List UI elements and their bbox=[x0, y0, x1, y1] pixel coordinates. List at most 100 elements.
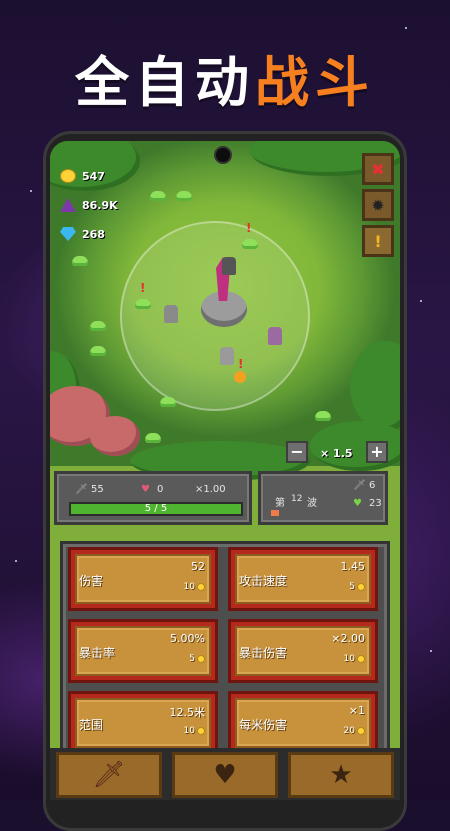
upgrade-card-attack-speed[interactable]: 攻击速度 1.45 5 bbox=[228, 547, 378, 611]
headline-part1: 全自动 bbox=[75, 51, 255, 114]
zoom-in-button[interactable]: + bbox=[366, 441, 388, 463]
wave-number: 12 bbox=[291, 494, 303, 504]
potion-icon bbox=[60, 198, 76, 212]
upgrade-name: 暴击伤害 bbox=[239, 646, 288, 660]
dark-knight bbox=[222, 257, 236, 275]
multiplier-stat: ×1.00 bbox=[195, 484, 226, 495]
upgrade-card-damage[interactable]: 伤害 52 10 bbox=[68, 547, 218, 611]
upgrade-name: 每米伤害 bbox=[239, 718, 288, 732]
mana-value: 86.9K bbox=[82, 198, 118, 212]
upgrade-name: 伤害 bbox=[79, 574, 104, 588]
upgrade-value: 1.45 bbox=[340, 560, 366, 573]
star bbox=[405, 27, 407, 29]
alert-mark: ! bbox=[246, 221, 252, 235]
sword-icon: 🗡 bbox=[92, 760, 126, 790]
diamond-icon bbox=[60, 227, 76, 241]
knight-hero bbox=[164, 305, 178, 323]
upgrade-card-crit-damage[interactable]: 暴击伤害 ×2.00 10 bbox=[228, 619, 378, 683]
cost-amount: 20 bbox=[343, 726, 355, 736]
slime-enemy bbox=[315, 411, 331, 421]
slime-enemy bbox=[90, 321, 106, 331]
alert-mark: ! bbox=[140, 281, 146, 295]
star bbox=[15, 560, 17, 562]
tree-cluster bbox=[350, 341, 400, 431]
upgrade-card-range[interactable]: 范围 12.5米 10 bbox=[68, 691, 218, 755]
star bbox=[30, 190, 32, 192]
slime-enemy bbox=[72, 256, 88, 266]
upgrade-cost: 10 bbox=[184, 726, 205, 736]
upgrade-cost: 5 bbox=[349, 582, 365, 592]
slime-enemy bbox=[150, 191, 166, 201]
promo-headline: 全自动战斗 bbox=[0, 38, 450, 117]
battlefield[interactable]: ! ! ! bbox=[50, 141, 400, 481]
sword-icon: 🗡 bbox=[75, 484, 88, 495]
wave-prefix: 第 bbox=[275, 498, 285, 509]
mana-counter: 86.9K bbox=[60, 198, 118, 212]
close-icon: ✖ bbox=[371, 159, 385, 179]
bottom-tab-bar: 🗡 ♥ ★ bbox=[50, 748, 400, 800]
upgrade-value: 5.00% bbox=[170, 632, 205, 645]
slime-enemy bbox=[160, 397, 176, 407]
star bbox=[430, 650, 432, 652]
coin-icon bbox=[357, 727, 365, 735]
slime-enemy bbox=[90, 346, 106, 356]
gold-value: 547 bbox=[82, 169, 105, 183]
warrior-hero bbox=[268, 327, 282, 345]
wave-hearts: 23 bbox=[369, 498, 382, 509]
fire-orb bbox=[234, 371, 246, 383]
cost-amount: 10 bbox=[183, 726, 195, 736]
alert-mark: ! bbox=[238, 357, 244, 371]
tab-skills[interactable]: ★ bbox=[288, 752, 394, 798]
upgrade-cost: 20 bbox=[344, 726, 365, 736]
alert-button[interactable]: ! bbox=[362, 225, 394, 257]
gem-value: 268 bbox=[82, 227, 105, 241]
wave-progress-marker bbox=[271, 510, 279, 516]
headline-part2-highlight: 战斗 bbox=[255, 51, 375, 114]
coin-icon bbox=[197, 583, 205, 591]
pink-tree-cluster bbox=[90, 416, 140, 456]
upgrade-card-crit-rate[interactable]: 暴击率 5.00% 5 bbox=[68, 619, 218, 683]
wave-swords: 6 bbox=[369, 480, 376, 491]
cost-amount: 5 bbox=[189, 654, 195, 664]
upgrade-name: 攻击速度 bbox=[239, 574, 288, 588]
upgrade-value: ×2.00 bbox=[331, 632, 365, 645]
wave-progress-bar: 5 / 5 bbox=[69, 502, 243, 516]
upgrade-cost: 10 bbox=[184, 582, 205, 592]
progress-text: 5 / 5 bbox=[144, 503, 168, 514]
cost-amount: 5 bbox=[349, 582, 355, 592]
front-camera bbox=[214, 146, 232, 164]
close-button[interactable]: ✖ bbox=[362, 153, 394, 185]
tab-weapons[interactable]: 🗡 bbox=[56, 752, 162, 798]
upgrade-name: 范围 bbox=[79, 718, 104, 732]
cost-amount: 10 bbox=[183, 582, 195, 592]
star bbox=[420, 300, 422, 302]
star-icon: ★ bbox=[329, 760, 353, 790]
zoom-level: × 1.5 bbox=[320, 447, 353, 460]
upgrade-name: 暴击率 bbox=[79, 646, 116, 660]
hearts-stat: 0 bbox=[157, 484, 164, 495]
upgrade-value: 12.5米 bbox=[169, 706, 206, 719]
coin-icon bbox=[197, 727, 205, 735]
slime-enemy bbox=[135, 299, 151, 309]
heart-icon: ♥ bbox=[213, 760, 237, 790]
settings-button[interactable]: ✹ bbox=[362, 189, 394, 221]
upgrade-card-damage-per-meter[interactable]: 每米伤害 ×1 20 bbox=[228, 691, 378, 755]
sword-icon: 🗡 bbox=[353, 480, 366, 491]
game-screen: ! ! ! 547 86.9K 268 ✖ ✹ ! − × 1.5 + 🗡 55… bbox=[50, 141, 400, 800]
upgrade-value: ×1 bbox=[348, 704, 365, 717]
upgrade-cost: 5 bbox=[189, 654, 205, 664]
gold-coin-icon bbox=[60, 169, 76, 183]
gem-counter: 268 bbox=[60, 227, 105, 241]
upgrade-value: 52 bbox=[191, 560, 205, 573]
wave-suffix: 波 bbox=[307, 498, 317, 509]
tree-cluster bbox=[50, 141, 140, 191]
hero-stats-panel: 🗡 55 ♥ 0 ×1.00 5 / 5 bbox=[54, 471, 252, 525]
zoom-out-button[interactable]: − bbox=[286, 441, 308, 463]
coin-icon bbox=[197, 655, 205, 663]
archer-hero bbox=[220, 347, 234, 365]
tab-health[interactable]: ♥ bbox=[172, 752, 278, 798]
gear-icon: ✹ bbox=[371, 195, 385, 215]
cost-amount: 10 bbox=[343, 654, 355, 664]
slime-enemy bbox=[145, 433, 161, 443]
coin-icon bbox=[357, 583, 365, 591]
